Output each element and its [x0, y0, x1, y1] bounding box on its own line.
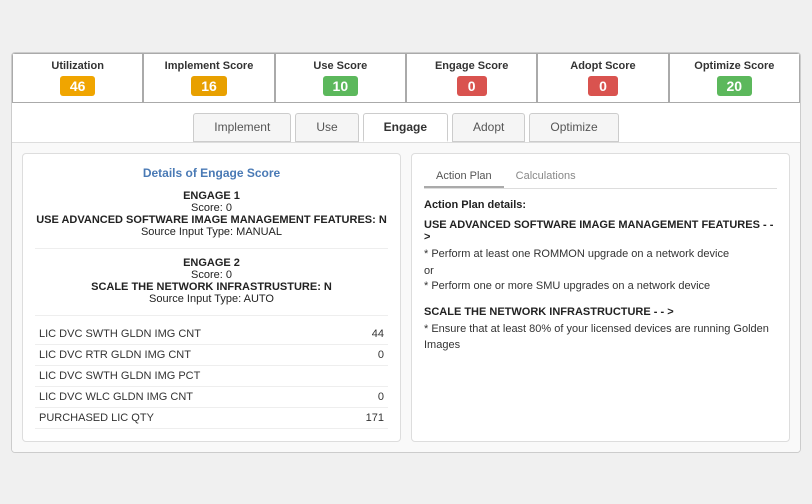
- action-block: USE ADVANCED SOFTWARE IMAGE MANAGEMENT F…: [424, 219, 777, 295]
- score-cell: Utilization 46: [12, 53, 143, 103]
- score-value: 0: [457, 76, 487, 96]
- main-content: Details of Engage Score ENGAGE 1 Score: …: [12, 143, 800, 452]
- table-row: PURCHASED LIC QTY 171: [35, 407, 388, 428]
- row-value: [341, 365, 388, 386]
- score-value: 20: [717, 76, 753, 96]
- left-panel: Details of Engage Score ENGAGE 1 Score: …: [22, 153, 401, 442]
- row-value: 171: [341, 407, 388, 428]
- score-value: 10: [323, 76, 359, 96]
- score-label: Engage Score: [435, 60, 508, 72]
- engage2-title: ENGAGE 2: [35, 257, 388, 269]
- tabs-row: ImplementUseEngageAdoptOptimize: [12, 103, 800, 143]
- action-text: * Perform at least one ROMMON upgrade on…: [424, 247, 777, 262]
- row-label: LIC DVC WLC GLDN IMG CNT: [35, 386, 341, 407]
- score-cell: Use Score 10: [275, 53, 406, 103]
- table-row: LIC DVC RTR GLDN IMG CNT 0: [35, 344, 388, 365]
- score-bar: Utilization 46 Implement Score 16 Use Sc…: [12, 53, 800, 103]
- score-value: 0: [588, 76, 618, 96]
- score-value: 46: [60, 76, 96, 96]
- score-cell: Optimize Score 20: [669, 53, 800, 103]
- tab-engage[interactable]: Engage: [363, 113, 448, 142]
- score-label: Adopt Score: [570, 60, 635, 72]
- score-label: Implement Score: [165, 60, 254, 72]
- action-block: SCALE THE NETWORK INFRASTRUCTURE - - > *…: [424, 306, 777, 353]
- right-panel: Action PlanCalculations Action Plan deta…: [411, 153, 790, 442]
- row-label: LIC DVC RTR GLDN IMG CNT: [35, 344, 341, 365]
- table-row: LIC DVC SWTH GLDN IMG PCT: [35, 365, 388, 386]
- tab-implement[interactable]: Implement: [193, 113, 291, 142]
- engage1-score: Score: 0: [35, 202, 388, 214]
- row-value: 0: [341, 386, 388, 407]
- table-row: LIC DVC SWTH GLDN IMG CNT 44: [35, 324, 388, 345]
- panel-title: Details of Engage Score: [35, 166, 388, 180]
- right-tab-calculations[interactable]: Calculations: [504, 166, 588, 188]
- row-label: PURCHASED LIC QTY: [35, 407, 341, 428]
- action-plan-title: Action Plan details:: [424, 199, 777, 211]
- engage1-section: ENGAGE 1 Score: 0 USE ADVANCED SOFTWARE …: [35, 190, 388, 238]
- engage1-title: ENGAGE 1: [35, 190, 388, 202]
- engage2-section: ENGAGE 2 Score: 0 SCALE THE NETWORK INFR…: [35, 257, 388, 305]
- right-tab-action-plan[interactable]: Action Plan: [424, 166, 504, 188]
- score-label: Use Score: [313, 60, 367, 72]
- score-label: Optimize Score: [694, 60, 774, 72]
- action-blocks: USE ADVANCED SOFTWARE IMAGE MANAGEMENT F…: [424, 219, 777, 354]
- engage1-feature: USE ADVANCED SOFTWARE IMAGE MANAGEMENT F…: [35, 214, 388, 226]
- score-cell: Implement Score 16: [143, 53, 274, 103]
- main-container: Utilization 46 Implement Score 16 Use Sc…: [11, 52, 801, 453]
- engage2-source: Source Input Type: AUTO: [35, 293, 388, 305]
- row-label: LIC DVC SWTH GLDN IMG PCT: [35, 365, 341, 386]
- action-text: * Ensure that at least 80% of your licen…: [424, 322, 777, 353]
- score-label: Utilization: [51, 60, 104, 72]
- action-feature: USE ADVANCED SOFTWARE IMAGE MANAGEMENT F…: [424, 219, 777, 243]
- tab-adopt[interactable]: Adopt: [452, 113, 525, 142]
- score-cell: Adopt Score 0: [537, 53, 668, 103]
- tab-use[interactable]: Use: [295, 113, 358, 142]
- right-tabs-row: Action PlanCalculations: [424, 166, 777, 189]
- score-cell: Engage Score 0: [406, 53, 537, 103]
- action-feature: SCALE THE NETWORK INFRASTRUCTURE - - >: [424, 306, 777, 318]
- row-value: 0: [341, 344, 388, 365]
- tab-optimize[interactable]: Optimize: [529, 113, 618, 142]
- engage2-score: Score: 0: [35, 269, 388, 281]
- action-or: or: [424, 265, 777, 277]
- row-label: LIC DVC SWTH GLDN IMG CNT: [35, 324, 341, 345]
- score-value: 16: [191, 76, 227, 96]
- data-table: LIC DVC SWTH GLDN IMG CNT 44 LIC DVC RTR…: [35, 324, 388, 429]
- table-row: LIC DVC WLC GLDN IMG CNT 0: [35, 386, 388, 407]
- engage2-feature: SCALE THE NETWORK INFRASTRUSTURE: N: [35, 281, 388, 293]
- row-value: 44: [341, 324, 388, 345]
- action-text: * Perform one or more SMU upgrades on a …: [424, 279, 777, 294]
- engage1-source: Source Input Type: MANUAL: [35, 226, 388, 238]
